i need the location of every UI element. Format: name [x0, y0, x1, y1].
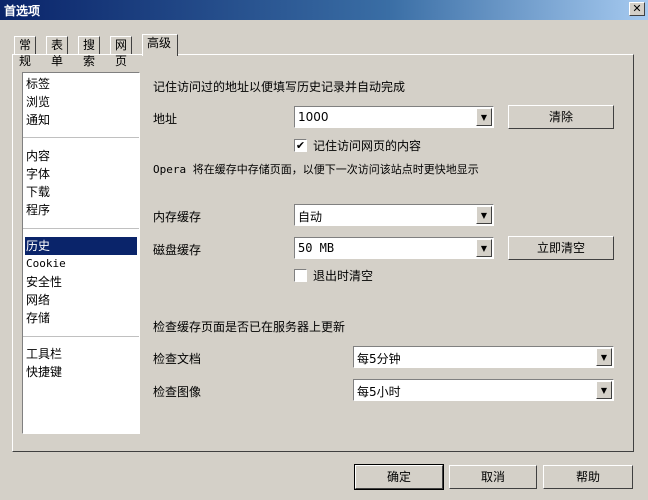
clear-history-button[interactable]: 清除 — [508, 105, 614, 129]
cancel-button[interactable]: 取消 — [449, 465, 537, 489]
remember-heading: 记住访问过的地址以便填写历史记录并自动完成 — [153, 80, 406, 94]
tab-search[interactable]: 搜索 — [78, 36, 101, 68]
sidebar-item-downloads[interactable]: 下载 — [25, 183, 137, 201]
memory-cache-dropdown[interactable]: 自动 ▼ — [294, 204, 494, 226]
address-label: 地址 — [153, 112, 178, 126]
check-documents-value: 每5分钟 — [357, 352, 401, 366]
sidebar-item-toolbars[interactable]: 工具栏 — [25, 345, 137, 363]
empty-now-button[interactable]: 立即清空 — [508, 236, 614, 260]
empty-on-exit-label: 退出时清空 — [313, 269, 374, 283]
tab-general[interactable]: 常规 — [14, 36, 37, 68]
sidebar-item-security[interactable]: 安全性 — [25, 273, 137, 291]
disk-cache-value: 50 MB — [298, 241, 335, 255]
category-list[interactable]: 标签 浏览 通知 内容 字体 下载 程序 历史 Cookie 安全性 网络 存储… — [22, 72, 140, 434]
ok-button[interactable]: 确定 — [354, 464, 444, 490]
sidebar-item-shortcuts[interactable]: 快捷键 — [25, 363, 137, 381]
empty-on-exit-checkbox[interactable] — [294, 269, 307, 282]
window-titlebar: 首选项 ✕ — [0, 0, 648, 20]
check-documents-dropdown[interactable]: 每5分钟 ▼ — [353, 346, 614, 368]
disk-cache-dropdown[interactable]: 50 MB ▼ — [294, 237, 494, 259]
address-value: 1000 — [298, 110, 329, 124]
list-divider — [23, 228, 139, 229]
remember-content-checkbox[interactable]: ✔ — [294, 139, 307, 152]
close-icon[interactable]: ✕ — [629, 2, 645, 16]
address-dropdown[interactable]: 1000 ▼ — [294, 106, 494, 128]
list-divider — [23, 137, 139, 138]
sidebar-item-cookies[interactable]: Cookie — [25, 255, 137, 273]
tab-forms[interactable]: 表单 — [46, 36, 69, 68]
sidebar-item-storage[interactable]: 存储 — [25, 309, 137, 327]
dropdown-arrow-icon[interactable]: ▼ — [476, 206, 492, 224]
check-heading: 检查缓存页面是否已在服务器上更新 — [153, 320, 346, 334]
dropdown-arrow-icon[interactable]: ▼ — [476, 239, 492, 257]
memory-cache-label: 内存缓存 — [153, 210, 202, 224]
sidebar-item-content[interactable]: 内容 — [25, 147, 137, 165]
sidebar-item-programs[interactable]: 程序 — [25, 201, 137, 219]
sidebar-item-notifications[interactable]: 通知 — [25, 111, 137, 129]
sidebar-item-browsing[interactable]: 浏览 — [25, 93, 137, 111]
check-images-dropdown[interactable]: 每5小时 ▼ — [353, 379, 614, 401]
disk-cache-label: 磁盘缓存 — [153, 243, 202, 257]
sidebar-item-tabs[interactable]: 标签 — [25, 75, 137, 93]
list-divider — [23, 336, 139, 337]
sidebar-item-network[interactable]: 网络 — [25, 291, 137, 309]
window-title: 首选项 — [4, 4, 41, 18]
check-documents-label: 检查文档 — [153, 352, 202, 366]
dropdown-arrow-icon[interactable]: ▼ — [596, 348, 612, 366]
cache-note: Opera 将在缓存中存储页面，以便下一次访问该站点时更快地显示 — [153, 163, 479, 176]
dropdown-arrow-icon[interactable]: ▼ — [596, 381, 612, 399]
check-images-label: 检查图像 — [153, 385, 202, 399]
sidebar-item-fonts[interactable]: 字体 — [25, 165, 137, 183]
remember-content-label: 记住访问网页的内容 — [313, 139, 422, 153]
sidebar-item-history[interactable]: 历史 — [25, 237, 137, 255]
tab-webpages[interactable]: 网页 — [110, 36, 133, 68]
check-images-value: 每5小时 — [357, 385, 401, 399]
help-button[interactable]: 帮助 — [543, 465, 633, 489]
dropdown-arrow-icon[interactable]: ▼ — [476, 108, 492, 126]
memory-cache-value: 自动 — [298, 210, 323, 224]
tab-advanced[interactable]: 高级 — [142, 34, 178, 56]
